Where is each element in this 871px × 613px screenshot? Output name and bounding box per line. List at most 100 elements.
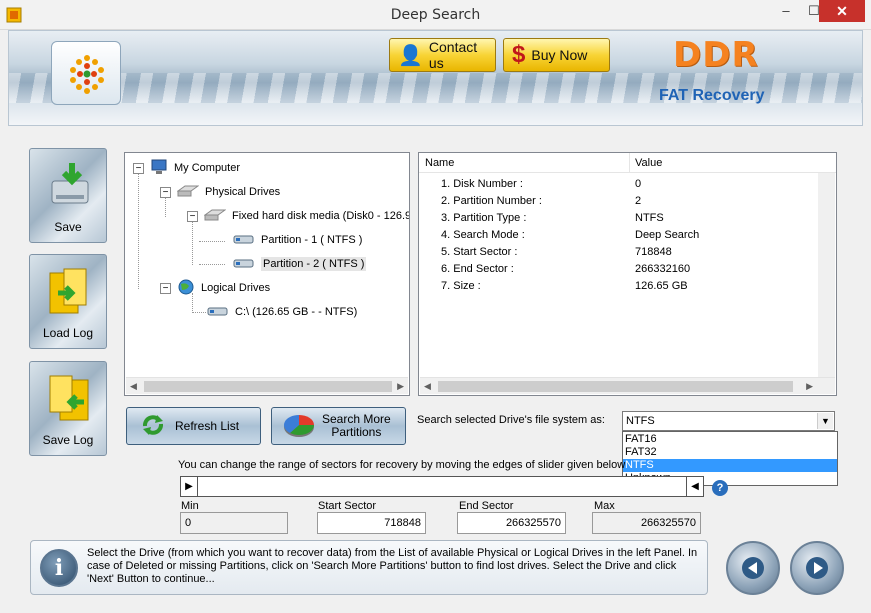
table-row[interactable]: 3. Partition Type : NTFS: [419, 210, 836, 227]
list-horizontal-scrollbar[interactable]: ◀ ▶: [420, 377, 835, 394]
max-label: Max: [594, 500, 615, 512]
fs-option-fat32[interactable]: FAT32: [623, 446, 837, 459]
person-icon: 👤: [398, 44, 423, 67]
row-value: 266332160: [635, 263, 691, 275]
scroll-thumb[interactable]: [438, 381, 793, 392]
tree-horizontal-scrollbar[interactable]: ◀ ▶: [126, 377, 408, 394]
table-row[interactable]: 4. Search Mode : Deep Search: [419, 227, 836, 244]
scroll-left-icon[interactable]: ◀: [424, 381, 431, 392]
tree-node-disk0[interactable]: − Fixed hard disk media (Disk0 - 126.9: [187, 206, 410, 226]
help-text: Select the Drive (from which you want to…: [87, 547, 698, 585]
min-label: Min: [181, 500, 199, 512]
buy-now-button[interactable]: $ Buy Now: [503, 38, 610, 72]
scroll-left-icon[interactable]: ◀: [130, 381, 137, 392]
contact-us-button[interactable]: 👤 Contact us: [389, 38, 496, 72]
table-row[interactable]: 2. Partition Number : 2: [419, 193, 836, 210]
computer-icon: [150, 159, 168, 178]
logo-icon: [70, 55, 104, 94]
arrow-right-icon: [806, 557, 828, 579]
row-name: 4. Search Mode :: [441, 229, 525, 241]
save-log-icon: [46, 372, 92, 424]
column-name[interactable]: Name: [425, 157, 454, 169]
partition-icon: [207, 305, 229, 320]
table-row[interactable]: 6. End Sector : 266332160: [419, 261, 836, 278]
refresh-icon: [141, 414, 165, 439]
partition-icon: [233, 233, 255, 248]
arrow-left-icon: [742, 557, 764, 579]
load-log-label: Load Log: [42, 326, 94, 340]
scroll-right-icon[interactable]: ▶: [806, 381, 813, 392]
tree-label: My Computer: [174, 162, 241, 174]
close-button[interactable]: ✕: [819, 0, 865, 22]
save-label: Save: [54, 220, 82, 234]
row-name: 3. Partition Type :: [441, 212, 527, 224]
row-name: 5. Start Sector :: [441, 246, 518, 258]
start-sector-field[interactable]: 718848: [317, 512, 426, 534]
minimize-button[interactable]: –: [772, 0, 800, 22]
properties-list[interactable]: Name Value 1. Disk Number : 0 2. Partitio…: [418, 152, 837, 396]
min-field: 0: [180, 512, 288, 534]
tree-node-partition-2[interactable]: Partition - 2 ( NTFS ): [233, 254, 367, 274]
save-button[interactable]: Save: [29, 148, 107, 243]
tree-label: Partition - 1 ( NTFS ): [261, 234, 363, 246]
collapse-icon[interactable]: −: [187, 210, 198, 222]
tree-line: [199, 241, 225, 242]
tree-node-physical-drives[interactable]: − Physical Drives: [160, 182, 280, 202]
load-log-button[interactable]: Load Log: [29, 254, 107, 349]
help-icon[interactable]: ?: [712, 480, 728, 496]
row-value: 0: [635, 178, 642, 190]
table-row[interactable]: 7. Size : 126.65 GB: [419, 278, 836, 295]
slider-end-handle[interactable]: ◀: [686, 477, 703, 496]
fs-option-ntfs[interactable]: NTFS: [623, 459, 837, 472]
row-name: 7. Size :: [441, 280, 481, 292]
column-value[interactable]: Value: [635, 157, 662, 169]
list-vertical-scrollbar[interactable]: [818, 173, 835, 377]
tree-label: C:\ (126.65 GB - - NTFS): [235, 306, 358, 318]
tree-label: Fixed hard disk media (Disk0 - 126.9: [232, 210, 410, 222]
search-more-line2: Partitions: [331, 425, 382, 439]
fs-option-fat16[interactable]: FAT16: [623, 433, 837, 446]
row-value: 718848: [635, 246, 672, 258]
table-row[interactable]: 5. Start Sector : 718848: [419, 244, 836, 261]
help-bar: i Select the Drive (from which you want …: [30, 540, 708, 595]
row-value: 2: [635, 195, 642, 207]
contact-us-label: Contact us: [428, 39, 478, 71]
drive-tree[interactable]: − My Computer − Physical Drives − Fixed …: [124, 152, 410, 396]
row-name: 2. Partition Number :: [441, 195, 542, 207]
file-system-select[interactable]: NTFS ▼: [622, 411, 835, 431]
search-more-label: Search More Partitions: [322, 413, 391, 439]
tree-node-drive-c[interactable]: C:\ (126.65 GB - - NTFS): [207, 302, 357, 322]
drive-group-icon: [176, 185, 200, 200]
collapse-icon[interactable]: −: [133, 162, 144, 174]
scroll-thumb[interactable]: [144, 381, 392, 392]
hard-disk-icon: [203, 209, 227, 224]
collapse-icon[interactable]: −: [160, 186, 171, 198]
tree-node-partition-1[interactable]: Partition - 1 ( NTFS ): [233, 230, 362, 250]
title-bar: Deep Search – ☐ ✕: [0, 0, 871, 30]
tree-node-logical-drives[interactable]: − Logical Drives: [160, 278, 270, 298]
window-title: Deep Search: [390, 7, 481, 23]
tree-label: Partition - 2 ( NTFS ): [261, 257, 367, 271]
globe-icon: [177, 279, 195, 298]
tree-line: [192, 221, 193, 265]
save-log-button[interactable]: Save Log: [29, 361, 107, 456]
header-banner: 👤 Contact us $ Buy Now DDR FAT Recovery: [8, 30, 863, 126]
tree-line: [192, 312, 206, 313]
next-button[interactable]: [790, 541, 844, 595]
tree-label: Logical Drives: [201, 282, 271, 294]
tree-line: [138, 173, 139, 289]
sector-range-slider[interactable]: ▶ ◀: [180, 476, 704, 497]
search-more-line1: Search More: [322, 412, 391, 426]
chevron-down-icon[interactable]: ▼: [817, 413, 833, 429]
search-more-partitions-button[interactable]: Search More Partitions: [271, 407, 406, 445]
slider-start-handle[interactable]: ▶: [181, 477, 198, 496]
scroll-right-icon[interactable]: ▶: [397, 381, 404, 392]
collapse-icon[interactable]: −: [160, 282, 171, 294]
dollar-icon: $: [512, 41, 526, 68]
table-row[interactable]: 1. Disk Number : 0: [419, 176, 836, 193]
back-button[interactable]: [726, 541, 780, 595]
tree-node-my-computer[interactable]: − My Computer: [133, 158, 240, 178]
end-sector-field[interactable]: 266325570: [457, 512, 566, 534]
row-value: Deep Search: [635, 229, 700, 241]
refresh-list-button[interactable]: Refresh List: [126, 407, 261, 445]
